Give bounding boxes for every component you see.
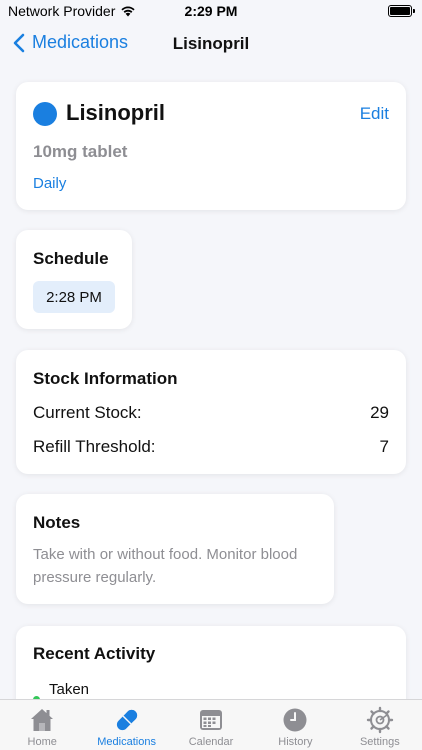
medication-color-dot	[33, 102, 57, 126]
tab-settings[interactable]: Settings	[338, 700, 422, 750]
current-stock-label: Current Stock:	[33, 403, 142, 422]
tab-calendar[interactable]: Calendar	[169, 700, 253, 750]
tab-calendar-label: Calendar	[188, 736, 234, 748]
current-stock-value: 29	[370, 403, 389, 422]
back-button[interactable]: Medications	[12, 32, 128, 53]
house-icon	[31, 709, 54, 731]
notes-card: Notes Take with or without food. Monitor…	[16, 494, 334, 604]
tab-history[interactable]: History	[253, 700, 337, 750]
schedule-card: Schedule 2:28 PM	[16, 230, 132, 329]
gear-icon	[366, 706, 394, 734]
clock-icon	[283, 708, 307, 732]
battery-icon	[388, 5, 415, 17]
tab-home[interactable]: Home	[0, 700, 84, 750]
stock-card: Stock Information Current Stock: 29 Refi…	[16, 350, 406, 474]
notes-text: Take with or without food. Monitor blood…	[33, 546, 298, 586]
tab-bar: Home Medications Calendar History Settin…	[0, 699, 422, 750]
tab-history-label: History	[278, 736, 313, 748]
calendar-icon	[200, 710, 223, 730]
schedule-time-chip[interactable]: 2:28 PM	[33, 281, 115, 313]
stock-title: Stock Information	[33, 369, 178, 388]
tab-home-label: Home	[27, 736, 57, 748]
chevron-left-icon	[13, 33, 25, 52]
nav-bar: Medications Lisinopril	[0, 26, 422, 62]
notes-title: Notes	[33, 513, 81, 532]
refill-threshold-value: 7	[379, 437, 389, 456]
schedule-title: Schedule	[33, 249, 109, 268]
tab-medications-label: Medications	[97, 736, 156, 748]
status-time: 2:29 PM	[184, 3, 238, 19]
activity-item-label: Taken	[49, 681, 90, 698]
pill-icon	[116, 709, 137, 731]
medication-card: Lisinopril Edit 10mg tablet Daily	[16, 82, 406, 210]
medication-frequency: Daily	[33, 175, 67, 192]
recent-activity-title: Recent Activity	[33, 644, 156, 663]
medication-dosage: 10mg tablet	[33, 142, 128, 161]
status-bar: Network Provider 2:29 PM	[0, 0, 422, 24]
edit-button[interactable]: Edit	[360, 104, 389, 124]
refill-threshold-label: Refill Threshold:	[33, 437, 156, 456]
tab-settings-label: Settings	[359, 736, 400, 748]
tab-medications[interactable]: Medications	[84, 700, 168, 750]
medication-name: Lisinopril	[66, 100, 165, 125]
back-button-label: Medications	[32, 32, 129, 52]
